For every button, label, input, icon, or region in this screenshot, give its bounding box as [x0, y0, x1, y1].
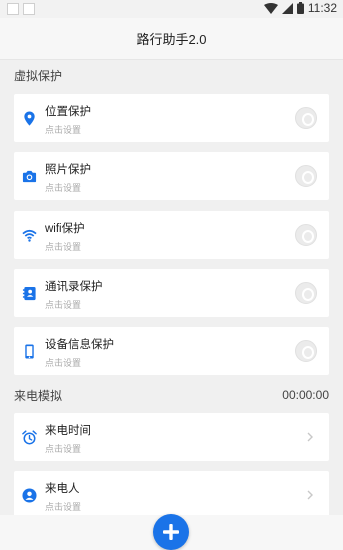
notification-icon	[23, 3, 35, 15]
item-hint: 点击设置	[45, 300, 82, 310]
item-hint: 点击设置	[45, 444, 82, 454]
camera-icon	[22, 170, 37, 183]
toggle-switch[interactable]	[295, 224, 317, 246]
plus-icon	[163, 524, 179, 540]
item-label: 设备信息保护	[45, 339, 114, 351]
toggle-switch[interactable]	[295, 340, 317, 362]
page-title: 路行助手2.0	[136, 32, 207, 47]
toggle-switch[interactable]	[295, 282, 317, 304]
caller-item[interactable]: 来电人 点击设置	[14, 471, 329, 519]
item-label: 来电时间	[45, 425, 91, 437]
clock: 11:32	[307, 1, 337, 15]
alarm-clock-icon	[22, 430, 37, 445]
location-protect-item[interactable]: 位置保护 点击设置	[14, 94, 329, 142]
add-button[interactable]	[153, 514, 189, 550]
photo-protect-item[interactable]: 照片保护 点击设置	[14, 152, 329, 200]
contacts-icon	[22, 286, 36, 301]
wifi-protect-item[interactable]: wifi保护 点击设置	[14, 211, 329, 259]
item-hint: 点击设置	[45, 502, 82, 512]
phone-icon	[25, 344, 34, 359]
title-bar: 路行助手2.0	[0, 18, 343, 60]
device-info-protect-item[interactable]: 设备信息保护 点击设置	[14, 327, 329, 375]
call-time-item[interactable]: 来电时间 点击设置	[14, 413, 329, 461]
location-pin-icon	[24, 111, 35, 126]
toggle-switch[interactable]	[295, 107, 317, 129]
item-label: 通讯录保护	[45, 281, 103, 293]
item-label: 位置保护	[45, 106, 91, 118]
item-hint: 点击设置	[45, 358, 82, 368]
status-bar: 11:32	[0, 0, 343, 18]
notification-icon	[7, 3, 19, 15]
contacts-protect-item[interactable]: 通讯录保护 点击设置	[14, 269, 329, 317]
person-icon	[22, 488, 37, 503]
item-hint: 点击设置	[45, 242, 82, 252]
section-title: 虚拟保护	[14, 68, 63, 83]
item-hint: 点击设置	[45, 183, 82, 193]
battery-icon	[296, 2, 304, 14]
item-label: 来电人	[45, 483, 80, 495]
section-header-call-simulation: 来电模拟 00:00:00	[0, 382, 343, 408]
wifi-icon	[22, 229, 37, 242]
toggle-switch[interactable]	[295, 165, 317, 187]
section-header-virtual-protect: 虚拟保护	[0, 62, 343, 88]
cell-signal-icon	[281, 2, 293, 14]
chevron-right-icon	[307, 432, 313, 442]
notification-icons	[7, 3, 35, 15]
wifi-signal-icon	[263, 2, 278, 14]
chevron-right-icon	[307, 490, 313, 500]
item-label: 照片保护	[45, 164, 91, 176]
item-label: wifi保护	[45, 223, 85, 235]
status-indicators: 11:32	[263, 1, 337, 15]
call-timer: 00:00:00	[282, 388, 329, 402]
section-title: 来电模拟	[14, 388, 63, 403]
item-hint: 点击设置	[45, 125, 82, 135]
